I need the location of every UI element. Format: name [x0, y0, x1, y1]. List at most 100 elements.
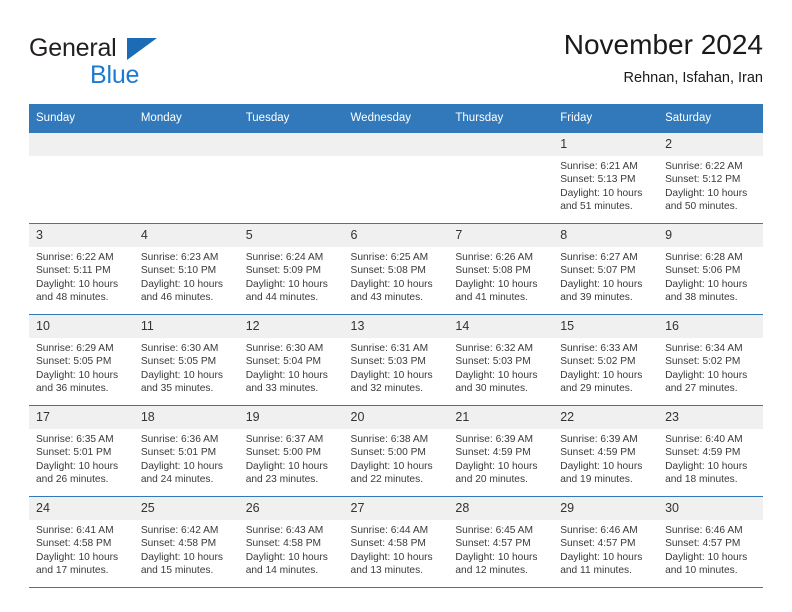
sunset-time: Sunset: 5:03 PM	[455, 356, 531, 368]
sunrise-time: Sunrise: 6:22 AM	[36, 252, 114, 263]
calendar-day-cell[interactable]: 22 Sunrise: 6:39 AM Sunset: 4:59 PM Dayligh…	[553, 405, 659, 497]
daylight-duration-line2: and 12 minutes.	[455, 565, 528, 577]
day-number: 30	[658, 497, 763, 520]
calendar-day-cell[interactable]: 21 Sunrise: 6:39 AM Sunset: 4:59 PM Dayligh…	[448, 405, 554, 497]
sunrise-time: Sunrise: 6:43 AM	[245, 525, 324, 536]
daylight-duration-line2: and 41 minutes.	[455, 292, 528, 304]
day-sun-info: Sunrise: 6:33 AM Sunset: 5:02 PM Daylight:…	[553, 338, 658, 396]
daylight-duration-line2: and 15 minutes.	[140, 565, 214, 577]
daylight-duration-line1: Daylight: 10 hours	[245, 460, 328, 472]
day-number: 1	[553, 133, 659, 156]
calendar-day-cell[interactable]: 24 Sunrise: 6:41 AM Sunset: 4:58 PM Dayligh…	[29, 496, 134, 588]
day-sun-info: Sunrise: 6:31 AM Sunset: 5:03 PM Daylight:…	[344, 338, 449, 396]
calendar-day-cell-empty	[343, 132, 449, 224]
daylight-duration-line1: Daylight: 10 hours	[455, 278, 538, 290]
calendar-day-cell[interactable]: 18 Sunrise: 6:36 AM Sunset: 5:01 PM Dayligh…	[133, 405, 239, 497]
sunset-time: Sunset: 4:58 PM	[140, 538, 217, 550]
daylight-duration-line1: Daylight: 10 hours	[36, 278, 119, 290]
day-number: 28	[448, 497, 554, 520]
weekday-header-friday: Friday	[553, 104, 659, 133]
sunset-time: Sunset: 4:57 PM	[560, 538, 636, 550]
sunrise-time: Sunrise: 6:30 AM	[140, 343, 219, 354]
sunset-time: Sunset: 5:03 PM	[350, 356, 426, 368]
calendar-week-row: 3 Sunrise: 6:22 AM Sunset: 5:11 PM Daylight…	[29, 223, 763, 315]
day-sun-info: Sunrise: 6:46 AM Sunset: 4:57 PM Daylight:…	[658, 520, 763, 578]
calendar-day-cell[interactable]: 12 Sunrise: 6:30 AM Sunset: 5:04 PM Dayligh…	[238, 314, 344, 406]
calendar-day-cell[interactable]: 9 Sunrise: 6:28 AM Sunset: 5:06 PM Daylight…	[658, 223, 763, 315]
daylight-duration-line2: and 44 minutes.	[245, 292, 319, 304]
day-number: 22	[553, 406, 659, 429]
day-number: 19	[238, 406, 344, 429]
daylight-duration-line1: Daylight: 10 hours	[350, 278, 433, 290]
calendar-day-cell[interactable]: 25 Sunrise: 6:42 AM Sunset: 4:58 PM Dayligh…	[133, 496, 239, 588]
calendar-day-cell[interactable]: 13 Sunrise: 6:31 AM Sunset: 5:03 PM Dayligh…	[343, 314, 449, 406]
daylight-duration-line1: Daylight: 10 hours	[36, 460, 119, 472]
calendar-day-cell[interactable]: 6 Sunrise: 6:25 AM Sunset: 5:08 PM Daylight…	[343, 223, 449, 315]
calendar-day-cell[interactable]: 4 Sunrise: 6:23 AM Sunset: 5:10 PM Daylight…	[133, 223, 239, 315]
sunset-time: Sunset: 5:01 PM	[36, 447, 112, 459]
daylight-duration-line1: Daylight: 10 hours	[665, 460, 748, 472]
day-number: 14	[448, 315, 554, 338]
calendar-day-cell[interactable]: 7 Sunrise: 6:26 AM Sunset: 5:08 PM Daylight…	[448, 223, 554, 315]
day-sun-info: Sunrise: 6:25 AM Sunset: 5:08 PM Daylight:…	[344, 247, 449, 305]
day-number: 17	[29, 406, 134, 429]
calendar-day-cell[interactable]: 17 Sunrise: 6:35 AM Sunset: 5:01 PM Dayligh…	[29, 405, 134, 497]
daylight-duration-line1: Daylight: 10 hours	[665, 187, 748, 199]
calendar-day-cell[interactable]: 3 Sunrise: 6:22 AM Sunset: 5:11 PM Daylight…	[29, 223, 134, 315]
day-number: 13	[343, 315, 449, 338]
sunset-time: Sunset: 5:09 PM	[245, 265, 322, 277]
day-sun-info: Sunrise: 6:35 AM Sunset: 5:01 PM Daylight:…	[29, 429, 134, 487]
daylight-duration-line1: Daylight: 10 hours	[350, 551, 433, 563]
day-sun-info: Sunrise: 6:26 AM Sunset: 5:08 PM Daylight:…	[448, 247, 553, 305]
calendar-body: 1 Sunrise: 6:21 AM Sunset: 5:13 PM Daylight…	[29, 132, 763, 588]
daylight-duration-line1: Daylight: 10 hours	[455, 369, 538, 381]
calendar-day-cell[interactable]: 16 Sunrise: 6:34 AM Sunset: 5:02 PM Dayligh…	[658, 314, 763, 406]
day-sun-info: Sunrise: 6:44 AM Sunset: 4:58 PM Daylight:…	[344, 520, 449, 578]
calendar-day-cell[interactable]: 1 Sunrise: 6:21 AM Sunset: 5:13 PM Daylight…	[553, 132, 659, 224]
calendar-day-cell[interactable]: 23 Sunrise: 6:40 AM Sunset: 4:59 PM Dayligh…	[658, 405, 763, 497]
day-number	[343, 133, 449, 156]
sunrise-time: Sunrise: 6:30 AM	[245, 343, 324, 354]
sunset-time: Sunset: 5:05 PM	[36, 356, 112, 368]
day-sun-info: Sunrise: 6:30 AM Sunset: 5:05 PM Daylight:…	[134, 338, 239, 396]
sunrise-time: Sunrise: 6:37 AM	[245, 434, 324, 445]
day-number: 10	[29, 315, 134, 338]
day-number: 2	[658, 133, 763, 156]
sunrise-time: Sunrise: 6:32 AM	[455, 343, 533, 354]
day-number: 6	[343, 224, 449, 247]
calendar-day-cell[interactable]: 30 Sunrise: 6:46 AM Sunset: 4:57 PM Dayligh…	[658, 496, 763, 588]
day-number	[29, 133, 134, 156]
sunrise-time: Sunrise: 6:27 AM	[560, 252, 638, 263]
day-sun-info: Sunrise: 6:30 AM Sunset: 5:04 PM Daylight:…	[239, 338, 344, 396]
daylight-duration-line1: Daylight: 10 hours	[560, 278, 643, 290]
day-number: 9	[658, 224, 763, 247]
weekday-header-thursday: Thursday	[448, 104, 554, 133]
calendar-day-cell[interactable]: 5 Sunrise: 6:24 AM Sunset: 5:09 PM Daylight…	[238, 223, 344, 315]
daylight-duration-line2: and 35 minutes.	[140, 383, 214, 395]
calendar-day-cell[interactable]: 10 Sunrise: 6:29 AM Sunset: 5:05 PM Dayligh…	[29, 314, 134, 406]
calendar-day-cell[interactable]: 2 Sunrise: 6:22 AM Sunset: 5:12 PM Daylight…	[658, 132, 763, 224]
sunrise-time: Sunrise: 6:35 AM	[36, 434, 114, 445]
calendar-day-cell[interactable]: 8 Sunrise: 6:27 AM Sunset: 5:07 PM Daylight…	[553, 223, 659, 315]
calendar-day-cell[interactable]: 19 Sunrise: 6:37 AM Sunset: 5:00 PM Dayligh…	[238, 405, 344, 497]
daylight-duration-line2: and 18 minutes.	[665, 474, 738, 486]
day-sun-info: Sunrise: 6:43 AM Sunset: 4:58 PM Daylight:…	[239, 520, 344, 578]
day-number: 12	[238, 315, 344, 338]
sunrise-time: Sunrise: 6:39 AM	[560, 434, 638, 445]
daylight-duration-line1: Daylight: 10 hours	[350, 460, 433, 472]
calendar-day-cell[interactable]: 27 Sunrise: 6:44 AM Sunset: 4:58 PM Dayligh…	[343, 496, 449, 588]
calendar-day-cell-empty	[448, 132, 554, 224]
calendar-day-cell[interactable]: 11 Sunrise: 6:30 AM Sunset: 5:05 PM Dayligh…	[133, 314, 239, 406]
calendar-day-cell[interactable]: 15 Sunrise: 6:33 AM Sunset: 5:02 PM Dayligh…	[553, 314, 659, 406]
calendar-day-cell[interactable]: 28 Sunrise: 6:45 AM Sunset: 4:57 PM Dayligh…	[448, 496, 554, 588]
sunrise-time: Sunrise: 6:46 AM	[665, 525, 743, 536]
logo-triangle-icon	[127, 38, 157, 60]
calendar-day-cell[interactable]: 14 Sunrise: 6:32 AM Sunset: 5:03 PM Dayligh…	[448, 314, 554, 406]
day-sun-info: Sunrise: 6:46 AM Sunset: 4:57 PM Daylight:…	[553, 520, 658, 578]
sunset-time: Sunset: 5:06 PM	[665, 265, 741, 277]
calendar-day-cell[interactable]: 26 Sunrise: 6:43 AM Sunset: 4:58 PM Dayligh…	[238, 496, 344, 588]
sunrise-time: Sunrise: 6:31 AM	[350, 343, 429, 354]
generalblue-logo: General Blue	[29, 34, 229, 90]
calendar-day-cell[interactable]: 20 Sunrise: 6:38 AM Sunset: 5:00 PM Dayligh…	[343, 405, 449, 497]
calendar-day-cell[interactable]: 29 Sunrise: 6:46 AM Sunset: 4:57 PM Dayligh…	[553, 496, 659, 588]
